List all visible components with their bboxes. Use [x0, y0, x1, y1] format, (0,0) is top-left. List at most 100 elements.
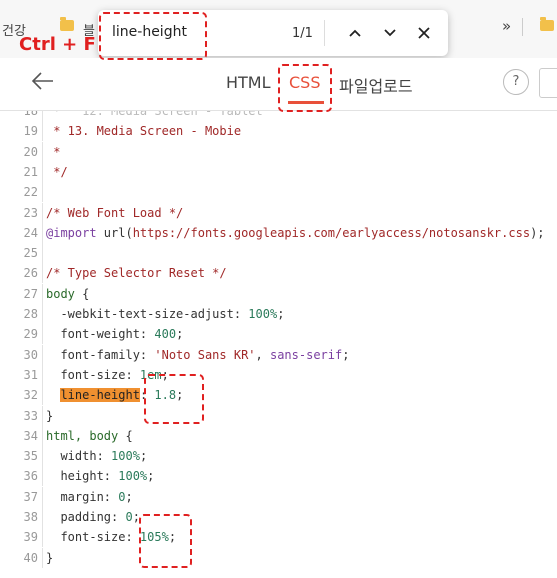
gutter-divider — [42, 486, 43, 507]
help-icon[interactable]: ? — [503, 69, 529, 95]
find-bar: line-height 1/1 — [98, 10, 448, 56]
gutter-divider — [42, 182, 43, 203]
code-line: 36 height: 100%; — [0, 466, 155, 487]
gutter-divider — [42, 466, 43, 487]
code-line: 28 -webkit-text-size-adjust: 100%; — [0, 304, 284, 324]
line-number: 28 — [23, 307, 38, 321]
line-number: 18 — [23, 111, 38, 118]
line-number: 21 — [23, 164, 38, 179]
back-arrow-icon[interactable] — [30, 68, 56, 94]
code-text: padding: 0; — [46, 510, 140, 524]
code-text: */ — [46, 164, 68, 179]
code-line: 31 font-size: 1em; — [0, 364, 169, 385]
code-line: 19 * 13. Media Screen - Mobie — [0, 121, 241, 142]
line-number: 34 — [23, 428, 38, 443]
line-number: 23 — [23, 205, 38, 220]
gutter-divider — [42, 121, 43, 142]
code-line: 38 padding: 0; — [0, 507, 140, 527]
tab-file-upload[interactable]: 파일업로드 — [339, 73, 413, 97]
line-number: 20 — [23, 144, 38, 159]
gutter-divider — [42, 446, 43, 467]
code-line: 39 font-size: 105%; — [0, 527, 176, 548]
gutter-divider — [42, 344, 43, 365]
code-text: -webkit-text-size-adjust: 100%; — [46, 307, 285, 321]
code-line: 32 line-height: 1.8; — [0, 385, 183, 406]
gutter-divider — [42, 405, 43, 426]
code-line: 34 html, body { — [0, 425, 133, 446]
gutter-divider — [42, 161, 43, 182]
code-line: 27 body { — [0, 283, 90, 304]
code-text: width: 100%; — [46, 449, 148, 464]
folder-icon — [540, 17, 554, 31]
line-number: 31 — [23, 367, 38, 382]
tab-css[interactable]: CSS — [289, 73, 320, 92]
line-number: 33 — [23, 408, 38, 423]
code-editor[interactable]: 18 * 12. Media Screen - Tablet 19 * 13. M… — [0, 111, 557, 578]
code-line: 30 font-family: 'Noto Sans KR', sans-ser… — [0, 344, 349, 365]
tab-html[interactable]: HTML — [226, 73, 271, 92]
line-number: 22 — [23, 185, 38, 200]
gutter-divider — [42, 283, 43, 304]
line-number: 30 — [23, 347, 38, 362]
gutter-divider — [42, 385, 43, 406]
previous-match-button[interactable] — [342, 19, 368, 47]
code-line: 21 */ — [0, 161, 68, 182]
code-line: 29 font-weight: 400; — [0, 324, 183, 345]
folder-icon — [60, 17, 74, 31]
gutter-divider — [42, 202, 43, 223]
more-bookmarks-button[interactable]: » — [502, 17, 511, 35]
gutter-divider — [42, 364, 43, 385]
code-text: height: 100%; — [46, 469, 155, 484]
chevron-up-icon — [349, 29, 361, 37]
gutter-divider — [42, 141, 43, 162]
line-number: 40 — [23, 550, 38, 565]
code-text: @import url(https://fonts.googleapis.com… — [46, 225, 545, 240]
code-line: 22 — [0, 182, 46, 203]
gutter-divider — [42, 324, 43, 345]
line-number: 36 — [23, 469, 38, 484]
code-line: 20 * — [0, 141, 61, 162]
gutter-divider — [42, 111, 43, 121]
gutter-divider — [42, 425, 43, 446]
code-text: /* Web Font Load */ — [46, 205, 184, 220]
gutter-divider — [42, 222, 43, 243]
find-match-count: 1/1 — [292, 26, 313, 41]
line-number: 37 — [23, 489, 38, 504]
annotation-label: Ctrl + F — [19, 34, 96, 55]
close-find-button[interactable] — [411, 19, 437, 47]
gutter-divider — [42, 527, 43, 548]
header-action-button[interactable] — [539, 68, 557, 98]
code-text: margin: 0; — [46, 489, 133, 504]
code-line: 24 @import url(https://fonts.googleapis.c… — [0, 222, 545, 243]
code-line: 25 — [0, 243, 46, 264]
code-line: 23 /* Web Font Load */ — [0, 202, 184, 223]
code-line: 33} — [0, 405, 54, 426]
gutter-divider — [42, 507, 43, 527]
code-text: body { — [46, 286, 90, 301]
gutter-divider — [42, 263, 43, 284]
code-line: 18 * 12. Media Screen - Tablet — [0, 111, 263, 121]
line-number: 26 — [23, 266, 38, 281]
code-text: } — [46, 408, 54, 423]
next-match-button[interactable] — [377, 19, 403, 47]
divider — [522, 18, 523, 36]
find-input[interactable]: line-height — [112, 24, 187, 40]
code-text: html, body { — [46, 428, 133, 443]
line-number: 39 — [23, 530, 38, 545]
gutter-divider — [42, 304, 43, 324]
line-number: 24 — [23, 225, 38, 240]
gutter-divider — [42, 547, 43, 568]
code-line: 40} — [0, 547, 54, 568]
line-number: 29 — [23, 327, 38, 342]
code-text: } — [46, 550, 54, 565]
line-number: 25 — [23, 246, 38, 261]
code-text: /* Type Selector Reset */ — [46, 266, 227, 281]
code-line: 35 width: 100%; — [0, 446, 148, 467]
line-number: 38 — [23, 510, 38, 524]
chevron-down-icon — [384, 29, 396, 37]
line-number: 35 — [23, 449, 38, 464]
code-text: font-size: 1em; — [46, 367, 169, 382]
line-number: 19 — [23, 124, 38, 139]
code-text: * — [46, 144, 61, 159]
code-line: 37 margin: 0; — [0, 486, 133, 507]
